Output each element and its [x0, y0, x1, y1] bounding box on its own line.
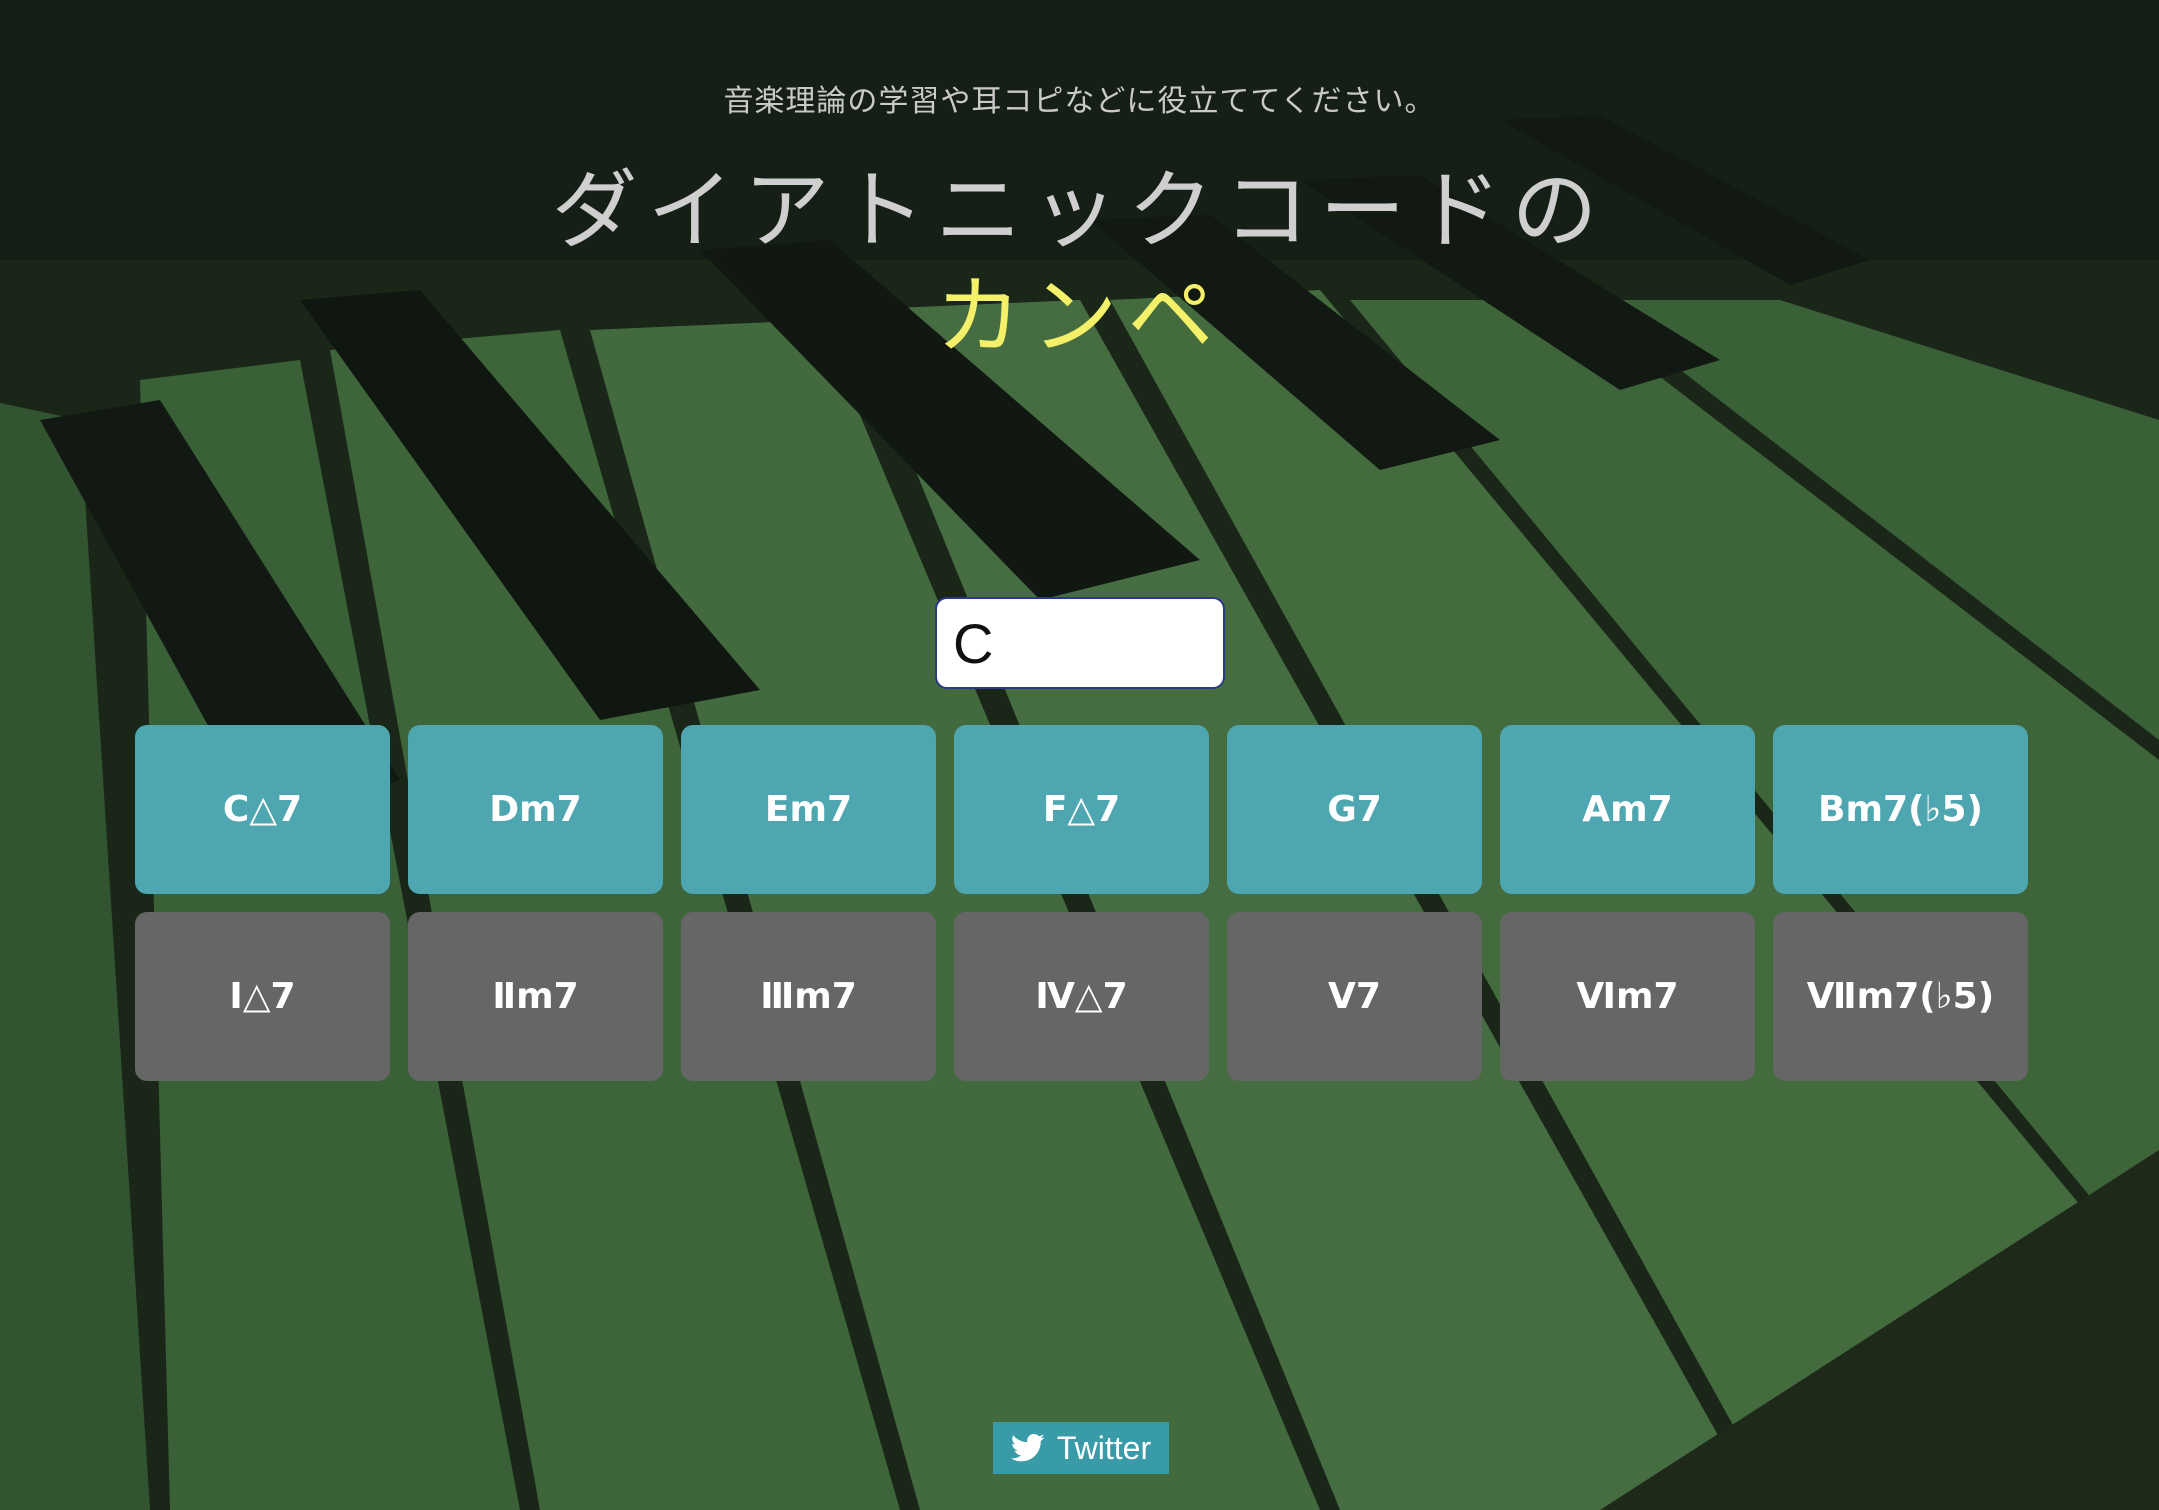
chord-button-4[interactable]: F△7	[954, 725, 1209, 894]
degree-row: Ⅰ△7 Ⅱm7 Ⅲm7 Ⅳ△7 Ⅴ7 Ⅵm7 Ⅶm7(♭5)	[135, 912, 2028, 1081]
chord-button-1[interactable]: C△7	[135, 725, 390, 894]
degree-button-3[interactable]: Ⅲm7	[681, 912, 936, 1081]
chord-button-6[interactable]: Am7	[1500, 725, 1755, 894]
degree-button-6[interactable]: Ⅵm7	[1500, 912, 1755, 1081]
chord-button-5[interactable]: G7	[1227, 725, 1482, 894]
twitter-label: Twitter	[1056, 1429, 1152, 1466]
chord-button-3[interactable]: Em7	[681, 725, 936, 894]
degree-button-2[interactable]: Ⅱm7	[408, 912, 663, 1081]
twitter-bird-icon	[1010, 1433, 1045, 1462]
degree-button-7[interactable]: Ⅶm7(♭5)	[1773, 912, 2028, 1081]
degree-button-5[interactable]: Ⅴ7	[1227, 912, 1482, 1081]
chord-button-2[interactable]: Dm7	[408, 725, 663, 894]
key-input[interactable]	[935, 597, 1225, 689]
page-title-accent: カンペ	[935, 267, 1224, 367]
chord-button-7[interactable]: Bm7(♭5)	[1773, 725, 2028, 894]
degree-button-1[interactable]: Ⅰ△7	[135, 912, 390, 1081]
page-subtitle: 音楽理論の学習や耳コピなどに役立ててください。	[723, 84, 1436, 119]
degree-button-4[interactable]: Ⅳ△7	[954, 912, 1209, 1081]
twitter-share-button[interactable]: Twitter	[993, 1422, 1169, 1474]
chord-row: C△7 Dm7 Em7 F△7 G7 Am7 Bm7(♭5)	[135, 725, 2028, 894]
